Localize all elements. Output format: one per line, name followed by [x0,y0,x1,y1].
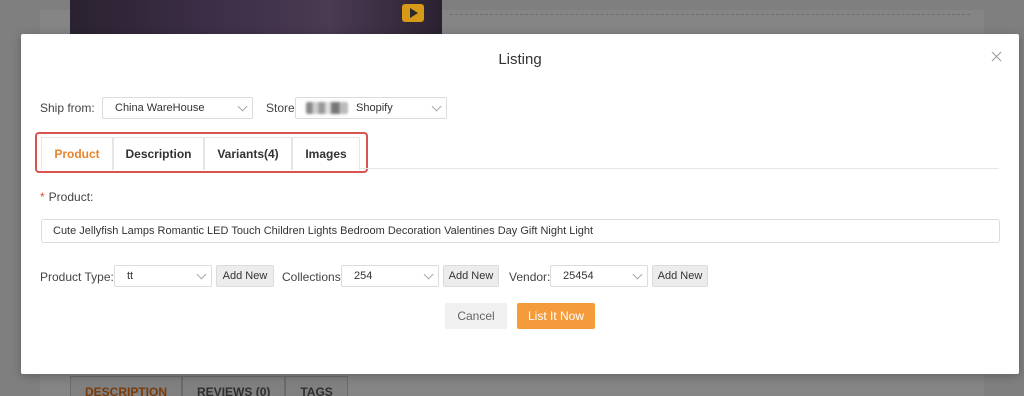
required-marker: * [40,190,45,204]
background-tabs: DESCRIPTION REVIEWS (0) TAGS [70,376,348,396]
chevron-down-icon [431,101,442,112]
ship-from-select[interactable]: China WareHouse [102,97,253,119]
listing-modal: Listing Ship from: China WareHouse Store… [21,34,1019,374]
product-title-input[interactable]: Cute Jellyfish Lamps Romantic LED Touch … [41,219,1000,243]
product-label: Product: [48,190,94,204]
store-select[interactable]: Shopify [295,97,447,119]
ship-from-value: China WareHouse [115,102,205,114]
tab-bar: Product Description Variants(4) Images [41,137,360,170]
tab-images[interactable]: Images [292,137,360,170]
collections-label: Collections: [282,270,345,284]
vendor-value: 25454 [563,270,594,282]
background-divider [450,14,970,15]
collections-value: 254 [354,270,373,282]
add-product-type-button[interactable]: Add New [216,265,274,287]
ship-from-label: Ship from: [40,101,95,115]
product-label-row: * Product: [40,190,93,204]
background-tab-tags: TAGS [285,376,348,396]
background-tab-reviews: REVIEWS (0) [182,376,286,396]
play-icon [402,4,424,22]
tab-variants[interactable]: Variants(4) [204,137,292,170]
background-tab-description: DESCRIPTION [70,376,183,396]
product-type-label: Product Type: [40,270,114,284]
store-label: Store: [266,101,299,115]
chevron-down-icon [196,269,207,280]
modal-title: Listing [498,51,542,68]
product-type-value: tt [127,270,134,282]
chevron-down-icon [423,269,434,280]
redacted-store-name [306,102,348,114]
vendor-select[interactable]: 25454 [550,265,648,287]
add-collection-button[interactable]: Add New [443,265,499,287]
chevron-down-icon [632,269,643,280]
list-it-now-button[interactable]: List It Now [517,303,595,329]
product-type-select[interactable]: tt [114,265,212,287]
cancel-button[interactable]: Cancel [445,303,507,329]
tab-description[interactable]: Description [113,137,204,170]
add-vendor-button[interactable]: Add New [652,265,708,287]
tab-product[interactable]: Product [41,137,113,170]
vendor-label: Vendor: [509,270,551,284]
background-product-image [70,0,442,34]
store-value: Shopify [356,102,393,114]
collections-select[interactable]: 254 [341,265,439,287]
chevron-down-icon [237,101,248,112]
close-icon[interactable] [990,50,1004,64]
